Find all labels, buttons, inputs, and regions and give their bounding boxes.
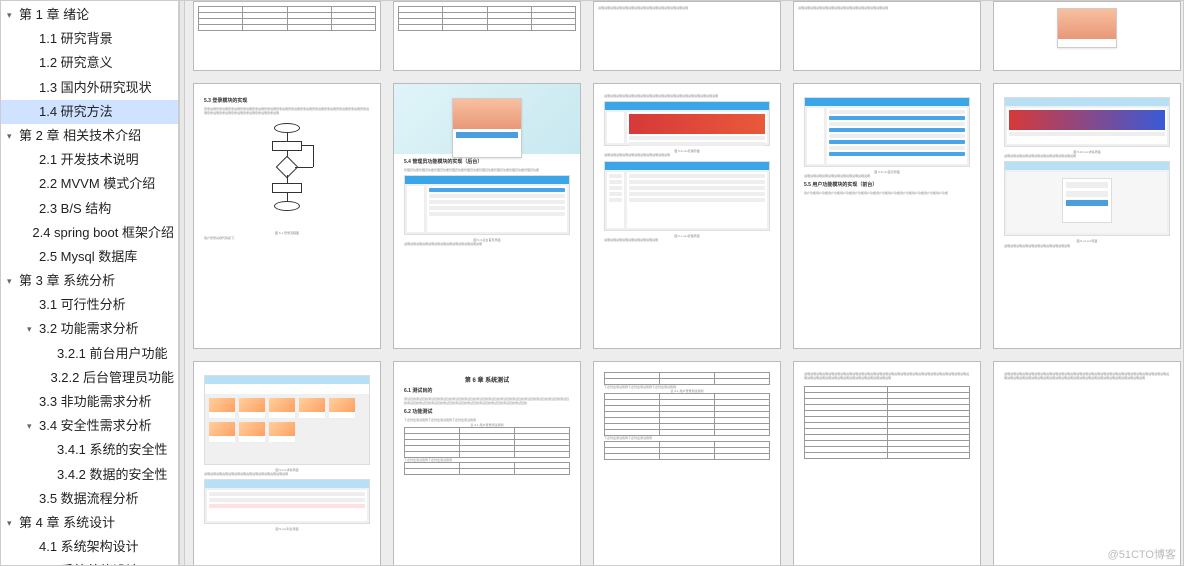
thumbnail-grid: 说明说明说明说明说明说明说明说明说明说明说明说明说明说明说明 说明说明说明说明说… — [193, 1, 1175, 565]
page-thumbnail[interactable]: 图 5-xxx详情界面 说明说明说明说明说明说明说明说明说明说明说明说明说明说明… — [193, 361, 381, 565]
toc-item[interactable]: 1.2 研究意义 — [1, 51, 178, 75]
toc-label: 3.2 功能需求分析 — [39, 320, 139, 338]
toc-item[interactable]: 1.4 研究方法 — [1, 100, 178, 124]
watermark: @51CTO博客 — [1108, 546, 1176, 562]
toc-label: 第 2 章 相关技术介绍 — [19, 127, 141, 145]
toc-label: 第 4 章 系统设计 — [19, 514, 115, 532]
toc-label: 1.4 研究方法 — [39, 103, 113, 121]
toc-item[interactable]: 3.2.1 前台用户功能 — [1, 342, 178, 366]
toc-label: 3.1 可行性分析 — [39, 296, 126, 314]
page-thumbnail[interactable]: 5.4 管理员功能模块的实现（后台） 管理员功能管理员功能管理员功能管理员功能管… — [393, 83, 581, 349]
toc-label: 1.2 研究意义 — [39, 54, 113, 72]
page-thumbnail[interactable]: 说明说明说明说明说明说明说明说明说明说明说明说明说明说明说明说明说明说明说明 图… — [593, 83, 781, 349]
toc-label: 3.4.1 系统的安全性 — [57, 441, 168, 459]
toc-item[interactable]: 2.3 B/S 结构 — [1, 197, 178, 221]
toc-item[interactable]: ▾3.2 功能需求分析 — [1, 317, 178, 341]
toc-item[interactable]: 3.4.1 系统的安全性 — [1, 438, 178, 462]
collapse-icon[interactable]: ▾ — [27, 323, 39, 336]
toc-label: 3.4 安全性需求分析 — [39, 417, 152, 435]
toc-label: 3.5 数据流程分析 — [39, 490, 139, 508]
toc-item[interactable]: 2.1 开发技术说明 — [1, 148, 178, 172]
page-thumbnail[interactable]: 说明说明说明说明说明说明说明说明说明说明说明说明说明说明说明说明说明说明说明说明… — [793, 361, 981, 565]
page-thumbnail[interactable] — [193, 1, 381, 71]
page-thumbnail[interactable]: 说明说明说明说明说明说明说明说明说明说明说明说明说明说明说明说明说明说明说明说明… — [993, 361, 1181, 565]
page-thumbnail[interactable]: 图 5-8 xxx首页界面 说明说明说明说明说明说明说明说明说明说明说明 5.5… — [793, 83, 981, 349]
toc-label: 2.2 MVVM 模式介绍 — [39, 175, 155, 193]
collapse-icon[interactable]: ▾ — [7, 517, 19, 530]
toc-item[interactable]: ▾3.4 安全性需求分析 — [1, 414, 178, 438]
toc-label: 2.5 Mysql 数据库 — [39, 248, 137, 266]
toc-item[interactable]: 2.2 MVVM 模式介绍 — [1, 172, 178, 196]
outline-sidebar[interactable]: ▾第 1 章 绪论1.1 研究背景1.2 研究意义1.3 国内外研究现状1.4 … — [1, 1, 179, 565]
page-thumbnail[interactable]: 下表列出测试用例下表列出测试用例下表列出测试用例 表 6-1 用户登录测试用例 … — [593, 361, 781, 565]
collapse-icon[interactable]: ▾ — [7, 9, 19, 22]
collapse-icon[interactable]: ▾ — [27, 420, 39, 433]
toc-item[interactable]: 2.5 Mysql 数据库 — [1, 245, 178, 269]
toc-item[interactable]: 3.2.2 后台管理员功能 — [1, 366, 178, 390]
toc-item[interactable]: 1.3 国内外研究现状 — [1, 76, 178, 100]
page-thumbnail[interactable] — [993, 1, 1181, 71]
toc-label: 3.3 非功能需求分析 — [39, 393, 152, 411]
toc-item[interactable]: 4.1 系统架构设计 — [1, 535, 178, 559]
toc-label: 2.1 开发技术说明 — [39, 151, 139, 169]
toc-item[interactable]: ▾第 4 章 系统设计 — [1, 511, 178, 535]
toc-item[interactable]: ▾第 3 章 系统分析 — [1, 269, 178, 293]
toc-label: 3.4.2 数据的安全性 — [57, 466, 168, 484]
thumbnail-pane[interactable]: 说明说明说明说明说明说明说明说明说明说明说明说明说明说明说明 说明说明说明说明说… — [185, 1, 1183, 565]
thumb-heading: 第 6 章 系统测试 — [404, 375, 570, 384]
toc-label: 2.4 spring boot 框架介绍 — [32, 224, 174, 242]
toc-item[interactable]: ▾第 1 章 绪论 — [1, 3, 178, 27]
toc-label: 第 1 章 绪论 — [19, 6, 89, 24]
page-thumbnail[interactable]: 图 5-10 xxx详情界面 说明说明说明说明说明说明说明说明说明说明说明说明 … — [993, 83, 1181, 349]
toc-label: 1.3 国内外研究现状 — [39, 79, 152, 97]
thumb-subheading: 6.1 测试目的 — [404, 387, 570, 394]
toc-item[interactable]: ▾第 2 章 相关技术介绍 — [1, 124, 178, 148]
thumb-subheading: 6.2 功能测试 — [404, 408, 570, 415]
collapse-icon[interactable]: ▾ — [7, 130, 19, 143]
page-thumbnail[interactable]: 第 6 章 系统测试 6.1 测试目的 测试目的测试目的测试目的测试目的测试目的… — [393, 361, 581, 565]
page-thumbnail[interactable] — [393, 1, 581, 71]
page-thumbnail[interactable]: 说明说明说明说明说明说明说明说明说明说明说明说明说明说明说明 — [593, 1, 781, 71]
toc-label: 3.2.1 前台用户功能 — [57, 345, 168, 363]
toc-item[interactable]: 3.5 数据流程分析 — [1, 487, 178, 511]
toc-label: 4.2 系统总体设计 — [39, 562, 139, 565]
toc-item[interactable]: 3.4.2 数据的安全性 — [1, 463, 178, 487]
collapse-icon[interactable]: ▾ — [7, 275, 19, 288]
thumb-heading: 5.4 管理员功能模块的实现（后台） — [404, 158, 570, 165]
toc-item[interactable]: 4.2 系统总体设计 — [1, 559, 178, 565]
toc-label: 3.2.2 后台管理员功能 — [50, 369, 174, 387]
toc-label: 2.3 B/S 结构 — [39, 200, 111, 218]
flowchart-icon — [257, 123, 317, 223]
toc-item[interactable]: 3.1 可行性分析 — [1, 293, 178, 317]
toc-label: 第 3 章 系统分析 — [19, 272, 115, 290]
toc-label: 4.1 系统架构设计 — [39, 538, 139, 556]
toc-label: 1.1 研究背景 — [39, 30, 113, 48]
toc-item[interactable]: 3.3 非功能需求分析 — [1, 390, 178, 414]
thumb-heading: 5.5 用户功能模块的实现（前台） — [804, 181, 970, 188]
toc-item[interactable]: 2.4 spring boot 框架介绍 — [1, 221, 178, 245]
page-thumbnail[interactable]: 说明说明说明说明说明说明说明说明说明说明说明说明说明说明说明 — [793, 1, 981, 71]
page-thumbnail[interactable]: 5.3 登录模块的实现 登录说明登录说明登录说明登录说明登录说明登录说明登录说明… — [193, 83, 381, 349]
toc-item[interactable]: 1.1 研究背景 — [1, 27, 178, 51]
thumb-heading: 5.3 登录模块的实现 — [204, 97, 370, 104]
